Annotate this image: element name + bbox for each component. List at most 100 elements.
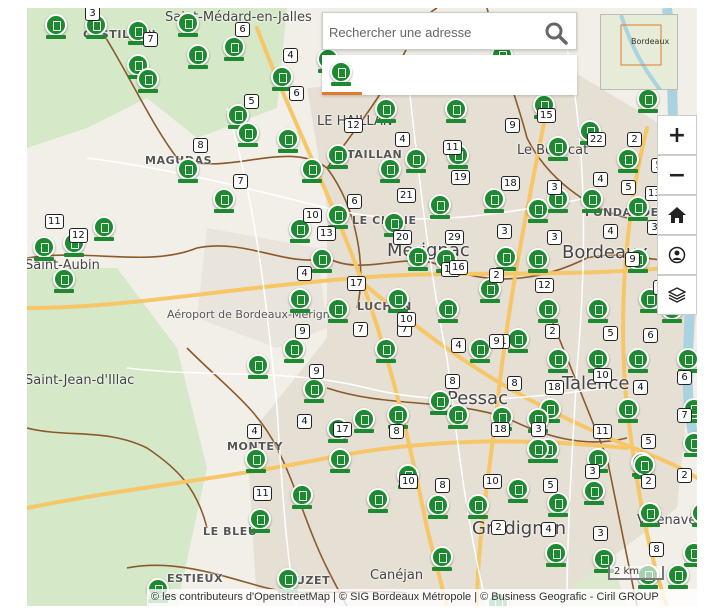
charging-station-icon[interactable] [330, 61, 352, 91]
minimap[interactable]: Bordeaux [600, 14, 678, 90]
charging-station-marker[interactable] [367, 488, 389, 518]
charging-station-marker[interactable] [329, 448, 351, 478]
charging-station-marker[interactable] [375, 338, 397, 368]
cluster-count-badge[interactable]: 4 [593, 172, 608, 187]
cluster-count-badge[interactable]: 9 [295, 324, 310, 339]
cluster-count-badge[interactable]: 6 [643, 328, 658, 343]
cluster-count-badge[interactable]: 19 [451, 170, 470, 185]
cluster-count-badge[interactable]: 11 [593, 424, 612, 439]
cluster-count-badge[interactable]: 2 [491, 520, 506, 535]
cluster-count-badge[interactable]: 4 [603, 224, 618, 239]
cluster-count-badge[interactable]: 22 [587, 132, 606, 147]
cluster-count-badge[interactable]: 10 [593, 368, 612, 383]
cluster-count-badge[interactable]: 9 [505, 118, 520, 133]
charging-station-marker[interactable] [527, 198, 549, 228]
charging-station-marker[interactable] [431, 546, 453, 576]
charging-station-marker[interactable] [247, 354, 269, 384]
cluster-count-badge[interactable]: 7 [677, 408, 692, 423]
cluster-count-badge[interactable]: 6 [235, 22, 250, 37]
cluster-count-badge[interactable]: 20 [393, 230, 412, 245]
cluster-count-badge[interactable]: 2 [627, 132, 642, 147]
cluster-count-badge[interactable]: 8 [445, 374, 460, 389]
charging-station-marker[interactable] [53, 268, 75, 298]
cluster-count-badge[interactable]: 15 [537, 108, 556, 123]
charging-station-marker[interactable] [33, 236, 55, 266]
cluster-count-badge[interactable]: 10 [397, 312, 416, 327]
charging-station-marker[interactable] [407, 246, 429, 276]
cluster-count-badge[interactable]: 3 [531, 422, 546, 437]
charging-station-marker[interactable] [187, 44, 209, 74]
charging-station-marker[interactable] [547, 136, 569, 166]
charging-station-marker[interactable] [93, 216, 115, 246]
cluster-count-badge[interactable]: 4 [297, 414, 312, 429]
cluster-count-badge[interactable]: 3 [85, 8, 100, 21]
charging-station-marker[interactable] [249, 508, 271, 538]
zoom-in-button[interactable]: + [657, 115, 697, 155]
cluster-count-badge[interactable]: 6 [347, 194, 362, 209]
charging-station-marker[interactable] [617, 148, 639, 178]
charging-station-marker[interactable] [237, 122, 259, 152]
cluster-count-badge[interactable]: 5 [244, 94, 259, 109]
charging-station-marker[interactable] [311, 248, 333, 278]
cluster-count-badge[interactable]: 8 [193, 138, 208, 153]
cluster-count-badge[interactable]: 9 [489, 334, 504, 349]
cluster-count-badge[interactable]: 7 [143, 32, 158, 47]
geolocate-button[interactable] [657, 235, 697, 275]
cluster-count-badge[interactable]: 9 [625, 252, 640, 267]
home-button[interactable] [657, 195, 697, 235]
charging-station-marker[interactable] [527, 438, 549, 468]
cluster-count-badge[interactable]: 11 [253, 486, 272, 501]
cluster-count-badge[interactable]: 11 [443, 140, 462, 155]
cluster-count-badge[interactable]: 17 [347, 276, 366, 291]
cluster-count-badge[interactable]: 13 [317, 226, 336, 241]
cluster-count-badge[interactable]: 18 [545, 380, 564, 395]
charging-station-marker[interactable] [583, 480, 605, 510]
cluster-count-badge[interactable]: 7 [353, 322, 368, 337]
cluster-count-badge[interactable]: 5 [543, 478, 558, 493]
charging-station-marker[interactable] [683, 432, 697, 462]
layers-button[interactable] [657, 275, 697, 315]
cluster-count-badge[interactable]: 12 [344, 118, 363, 133]
cluster-count-badge[interactable]: 8 [649, 542, 664, 557]
cluster-count-badge[interactable]: 10 [483, 474, 502, 489]
map[interactable]: Saint-Médard-en-Jalles CASTILLAN LE HAIL… [27, 8, 697, 606]
charging-station-marker[interactable] [691, 502, 697, 532]
charging-station-marker[interactable] [447, 404, 469, 434]
charging-station-marker[interactable] [507, 328, 529, 358]
cluster-count-badge[interactable]: 7 [233, 174, 248, 189]
cluster-count-badge[interactable]: 3 [497, 224, 512, 239]
charging-station-marker[interactable] [375, 98, 397, 128]
charging-station-marker[interactable] [303, 378, 325, 408]
charging-station-marker[interactable] [467, 494, 489, 524]
cluster-count-badge[interactable]: 18 [491, 422, 510, 437]
cluster-count-badge[interactable]: 4 [283, 48, 298, 63]
charging-station-marker[interactable] [617, 398, 639, 428]
cluster-count-badge[interactable]: 6 [677, 370, 692, 385]
cluster-count-badge[interactable]: 17 [333, 422, 352, 437]
cluster-count-badge[interactable]: 4 [633, 380, 648, 395]
charging-station-marker[interactable] [445, 98, 467, 128]
cluster-count-badge[interactable]: 2 [545, 324, 560, 339]
charging-station-marker[interactable] [429, 194, 451, 224]
cluster-count-badge[interactable]: 21 [397, 188, 416, 203]
charging-station-marker[interactable] [283, 338, 305, 368]
cluster-count-badge[interactable]: 29 [445, 230, 464, 245]
cluster-count-badge[interactable]: 10 [303, 208, 322, 223]
cluster-count-badge[interactable]: 4 [297, 266, 312, 281]
cluster-count-badge[interactable]: 2 [641, 474, 656, 489]
charging-station-marker[interactable] [177, 158, 199, 188]
charging-station-marker[interactable] [469, 338, 491, 368]
cluster-count-badge[interactable]: 6 [289, 86, 304, 101]
charging-station-marker[interactable] [581, 188, 603, 218]
charging-station-marker[interactable] [327, 298, 349, 328]
charging-station-marker[interactable] [379, 158, 401, 188]
cluster-count-badge[interactable]: 5 [603, 326, 618, 341]
charging-station-marker[interactable] [245, 448, 267, 478]
cluster-count-badge[interactable]: 3 [547, 230, 562, 245]
charging-station-marker[interactable] [547, 348, 569, 378]
cluster-count-badge[interactable]: 3 [547, 180, 562, 195]
charging-station-marker[interactable] [301, 158, 323, 188]
cluster-count-badge[interactable]: 16 [449, 260, 468, 275]
charging-station-marker[interactable] [45, 14, 67, 44]
charging-station-marker[interactable] [483, 188, 505, 218]
